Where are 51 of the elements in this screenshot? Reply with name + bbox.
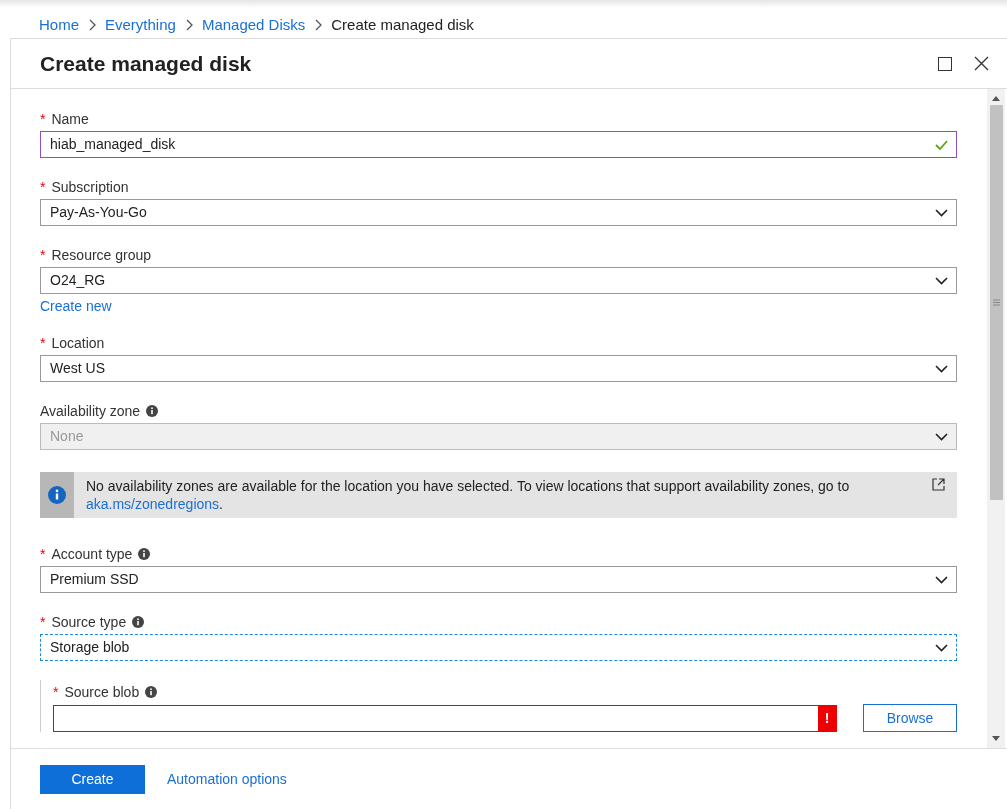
browse-button[interactable]: Browse [863, 704, 957, 732]
chevron-icon [184, 19, 193, 31]
breadcrumb-link[interactable]: Managed Disks [201, 13, 306, 37]
field-label: Account type [51, 544, 133, 564]
required-mark: * [40, 333, 46, 353]
scrollbar[interactable] [987, 89, 1005, 748]
chevron-down-icon [935, 364, 948, 373]
scroll-down-icon[interactable] [992, 736, 1000, 742]
text-field[interactable]: ! [53, 704, 837, 732]
required-mark: * [53, 682, 59, 702]
chevron-down-icon [935, 276, 948, 285]
required-mark: * [40, 245, 46, 265]
dropdown[interactable]: Pay-As-You-Go [40, 199, 957, 226]
breadcrumb-link[interactable]: Everything [105, 13, 176, 37]
required-mark: * [40, 612, 46, 632]
dropdown[interactable]: Premium SSD [40, 566, 957, 593]
chevron-down-icon [935, 208, 948, 217]
grip-icon [992, 299, 1000, 306]
chevron-down-icon [935, 432, 948, 441]
notice-text: No availability zones are available for the location you have selected. To view locations that support availability zones, go to aka.ms/zonedregions. [85, 477, 851, 514]
field-label: Resource group [51, 245, 152, 265]
info-icon[interactable] [138, 548, 151, 560]
required-mark: * [40, 177, 46, 197]
dropdown[interactable]: O24_RG [40, 267, 957, 294]
info-icon[interactable] [132, 616, 145, 628]
chevron-icon [314, 19, 323, 31]
breadcrumb-current: Create managed disk [331, 14, 474, 35]
scroll-up-icon[interactable] [992, 95, 1000, 101]
chevron-down-icon [935, 575, 948, 584]
dropdown[interactable]: West US [40, 355, 957, 382]
field-label: Name [51, 109, 89, 129]
required-mark: * [40, 109, 46, 129]
field-label: Location [51, 333, 105, 353]
dropdown[interactable]: Storage blob [40, 634, 957, 661]
chevron-down-icon [935, 643, 948, 652]
field-label: Source type [51, 612, 127, 632]
panel-title: Create managed disk [40, 50, 253, 77]
create-button[interactable]: Create [40, 764, 145, 794]
chevron-icon [88, 19, 96, 31]
breadcrumb-link[interactable]: Home [39, 13, 79, 37]
info-icon [48, 486, 66, 504]
error-icon: ! [818, 705, 836, 731]
required-mark: * [40, 544, 46, 564]
automation-options-link[interactable]: Automation options [167, 768, 287, 790]
text-field[interactable]: hiab_managed_disk [40, 131, 957, 158]
create-new-link[interactable]: Create new [40, 296, 112, 317]
field-label: Availability zone [40, 401, 141, 421]
info-icon[interactable] [145, 686, 158, 698]
checkmark-icon [935, 139, 948, 150]
field-label: Subscription [51, 177, 129, 197]
field-label: Source blob [64, 682, 140, 702]
